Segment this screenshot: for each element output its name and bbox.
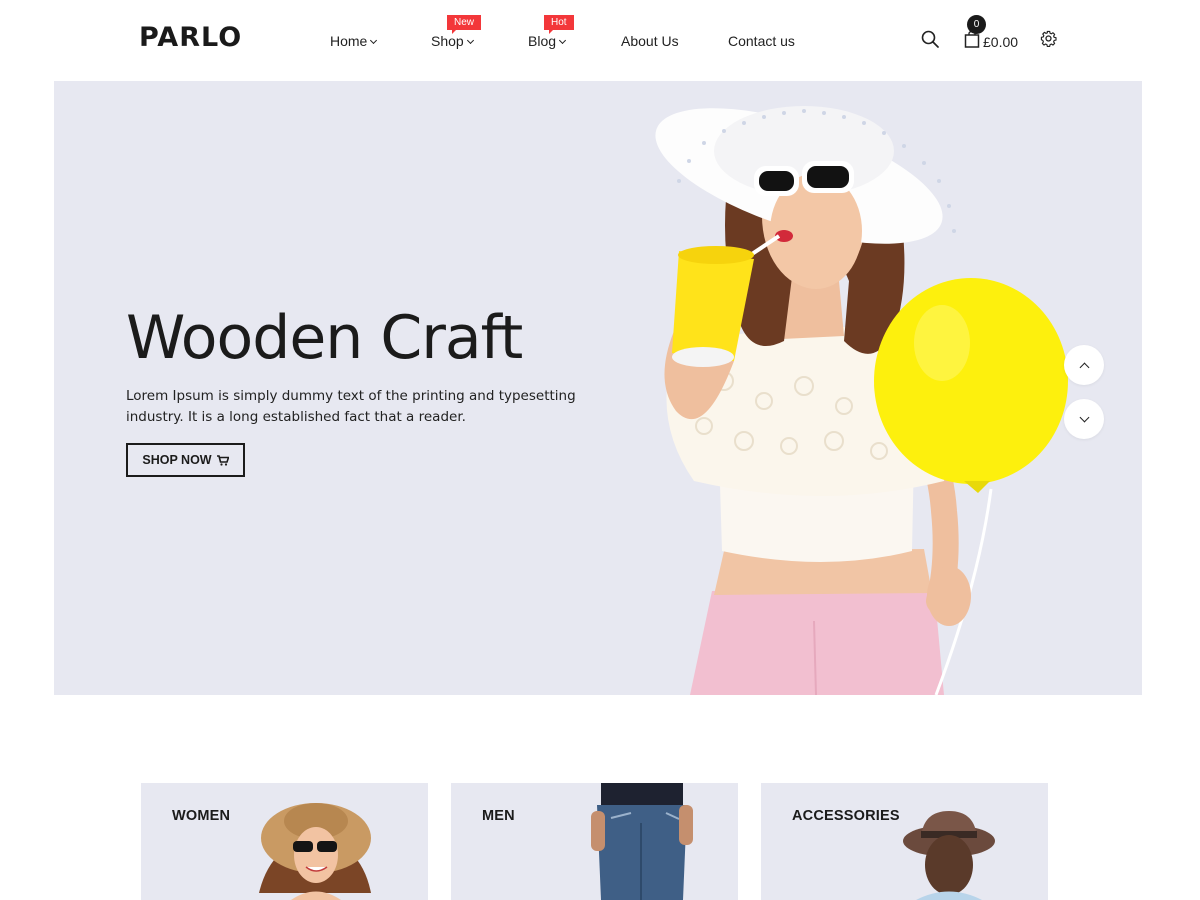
- slider-prev-button[interactable]: [1064, 345, 1104, 385]
- slider-next-button[interactable]: [1064, 399, 1104, 439]
- shop-now-label: SHOP NOW: [142, 453, 212, 467]
- nav-item-about[interactable]: About Us: [621, 33, 679, 49]
- category-label: MEN: [482, 808, 515, 824]
- category-card-accessories[interactable]: ACCESSORIES: [761, 783, 1048, 900]
- hero-slider: Wooden Craft Lorem Ipsum is simply dummy…: [54, 81, 1142, 695]
- hero-model-image: [655, 106, 1068, 695]
- category-card-men[interactable]: MEN: [451, 783, 738, 900]
- men-category-image: [591, 783, 693, 900]
- women-category-image: [259, 803, 371, 900]
- nav-badge-hot: Hot: [544, 15, 574, 34]
- nav-item-shop[interactable]: New Shop: [431, 15, 482, 49]
- chevron-down-icon: [370, 36, 378, 45]
- category-label: ACCESSORIES: [792, 808, 900, 824]
- nav-item-home[interactable]: Home: [330, 33, 378, 49]
- category-label: WOMEN: [172, 808, 231, 824]
- gear-icon[interactable]: [1040, 30, 1057, 52]
- category-card-women[interactable]: WOMEN: [141, 783, 428, 900]
- chevron-up-icon: [1079, 362, 1089, 372]
- search-icon[interactable]: [921, 30, 939, 53]
- shop-now-button[interactable]: SHOP NOW: [126, 443, 245, 477]
- site-logo[interactable]: PARLO: [139, 22, 242, 53]
- nav-item-label: Shop: [431, 33, 464, 49]
- nav-item-contact[interactable]: Contact us: [728, 33, 795, 49]
- cart-icon: [216, 454, 229, 466]
- chevron-down-icon: [466, 36, 474, 45]
- nav-badge-new: New: [447, 15, 482, 34]
- nav-item-label: About Us: [621, 33, 679, 49]
- nav-item-blog[interactable]: Hot Blog: [528, 15, 574, 49]
- chevron-down-icon: [1079, 412, 1089, 422]
- nav-item-label: Home: [330, 33, 368, 49]
- site-header: PARLO Home New Shop Hot Blog About Us Co…: [0, 0, 1200, 80]
- cart-count-badge: 0: [967, 15, 986, 34]
- chevron-down-icon: [558, 36, 567, 45]
- cart-total[interactable]: £0.00: [983, 34, 1018, 50]
- accessories-category-image: [903, 811, 995, 900]
- hero-title: Wooden Craft: [126, 303, 523, 373]
- shopping-bag-icon[interactable]: [964, 30, 980, 53]
- hero-description: Lorem Ipsum is simply dummy text of the …: [126, 388, 576, 425]
- nav-item-label: Contact us: [728, 33, 795, 49]
- nav-item-label: Blog: [528, 33, 557, 49]
